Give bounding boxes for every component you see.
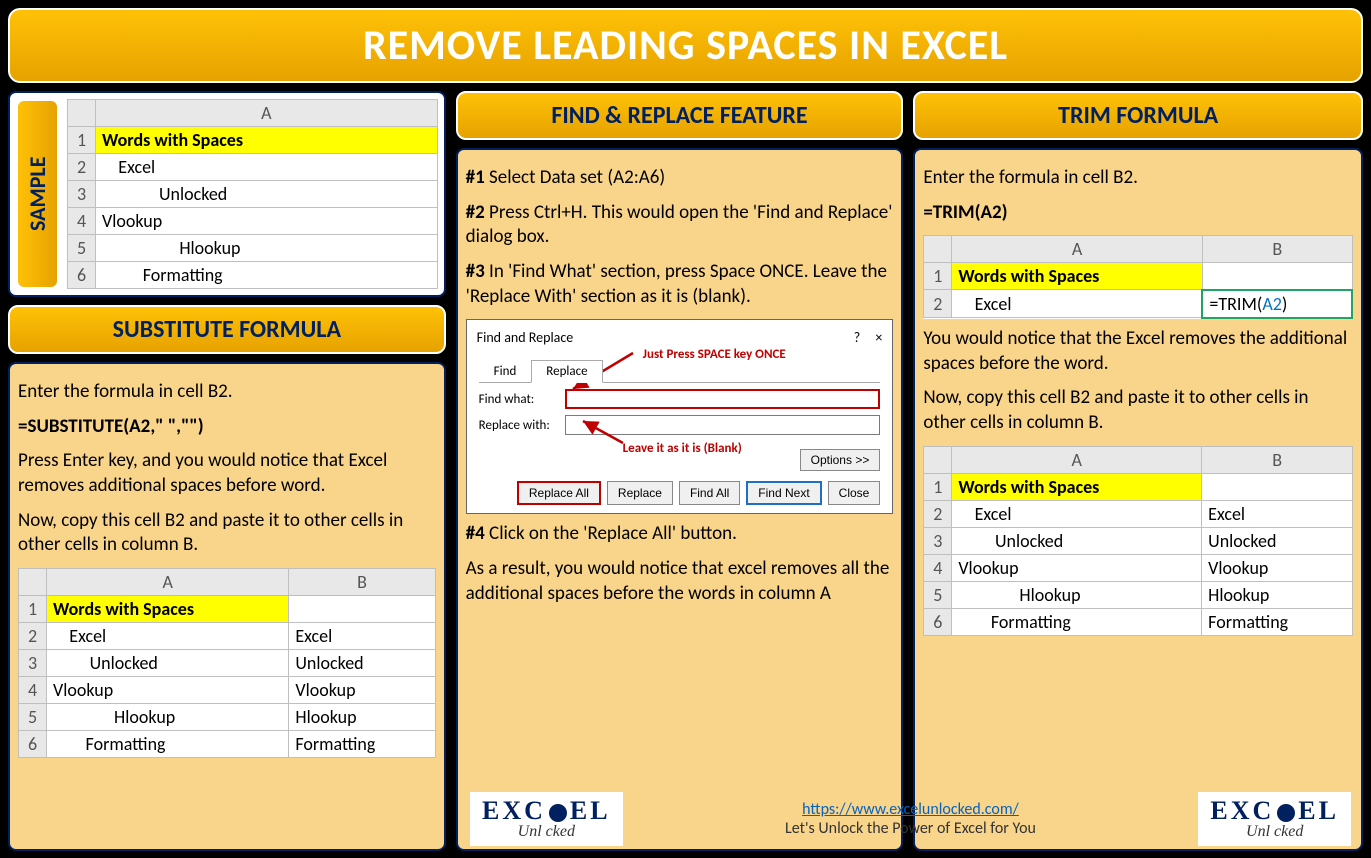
- step-2: Press Ctrl+H. This would open the 'Find …: [466, 201, 893, 249]
- replace-all-button[interactable]: Replace All: [517, 481, 601, 505]
- step-1: Select Data set (A2:A6): [485, 166, 665, 189]
- findreplace-panel: #1 Select Data set (A2:A6) #2 Press Ctrl…: [456, 148, 904, 851]
- substitute-heading: SUBSTITUTE FORMULA: [8, 305, 446, 354]
- sample-panel: SAMPLE A 1Words with Spaces 2 Excel 3 Un…: [8, 91, 446, 297]
- step-4: Click on the 'Replace All' button.: [485, 522, 737, 545]
- trim-formula-cell: =TRIM(A2): [1202, 290, 1352, 318]
- substitute-p1: Press Enter key, and you would notice th…: [18, 449, 436, 498]
- table-row: Excel: [96, 154, 438, 181]
- trim-intro: Enter the formula in cell B2.: [923, 166, 1353, 191]
- step-4-num: #4: [466, 522, 485, 545]
- step-3: In 'Find What' section, press Space ONCE…: [466, 260, 887, 308]
- logo-right: EXCEL Unl cked: [1198, 792, 1351, 846]
- replace-button[interactable]: Replace: [607, 481, 673, 505]
- find-what-input[interactable]: [565, 389, 881, 409]
- substitute-p2: Now, copy this cell B2 and paste it to o…: [18, 509, 436, 558]
- key-icon: [549, 804, 567, 822]
- table-row: Vlookup: [96, 208, 438, 235]
- table-row: Formatting: [96, 262, 438, 289]
- trim-p2: Now, copy this cell B2 and paste it to o…: [923, 386, 1353, 435]
- trim-result-table: AB 1Words with Spaces 2 ExcelExcel 3 Unl…: [923, 446, 1353, 636]
- step-2-num: #2: [466, 201, 485, 224]
- table-row: Hlookup: [96, 235, 438, 262]
- footer-url[interactable]: https://www.excelunlocked.com/: [802, 800, 1019, 819]
- tab-replace[interactable]: Replace: [531, 360, 602, 383]
- note-leave-blank: Leave it as it is (Blank): [623, 441, 742, 456]
- dialog-title: Find and Replace: [477, 329, 574, 346]
- trim-formula: =TRIM(A2): [923, 201, 1353, 226]
- find-next-button[interactable]: Find Next: [746, 481, 821, 505]
- logo-left: EXCEL Unl cked: [470, 792, 623, 846]
- table-header: Words with Spaces: [96, 127, 438, 154]
- col-header: A: [96, 100, 438, 127]
- findreplace-heading: FIND & REPLACE FEATURE: [456, 91, 904, 140]
- table-row: Unlocked: [96, 181, 438, 208]
- tab-find[interactable]: Find: [479, 360, 532, 383]
- footer-tagline: Let's Unlock the Power of Excel for You: [785, 819, 1036, 838]
- help-icon[interactable]: ?: [854, 329, 861, 346]
- step-1-num: #1: [466, 166, 485, 189]
- substitute-result-table: AB 1Words with Spaces 2 ExcelExcel 3 Unl…: [18, 568, 436, 758]
- find-what-label: Find what:: [479, 392, 559, 407]
- substitute-formula: =SUBSTITUTE(A2," ",""): [18, 415, 436, 440]
- replace-with-label: Replace with:: [479, 418, 559, 433]
- trim-mini-table: AB 1Words with Spaces 2 Excel =TRIM(A2): [923, 235, 1353, 319]
- options-button[interactable]: Options >>: [800, 449, 881, 471]
- note-space-once: Just Press SPACE key ONCE: [643, 347, 786, 362]
- substitute-panel: Enter the formula in cell B2. =SUBSTITUT…: [8, 362, 446, 851]
- sample-label: SAMPLE: [16, 99, 59, 289]
- footer: EXCEL Unl cked https://www.excelunlocked…: [470, 792, 1351, 846]
- sample-table: A 1Words with Spaces 2 Excel 3 Unlocked …: [67, 99, 438, 289]
- trim-panel: Enter the formula in cell B2. =TRIM(A2) …: [913, 148, 1363, 851]
- substitute-intro: Enter the formula in cell B2.: [18, 380, 436, 405]
- findreplace-result: As a result, you would notice that excel…: [466, 557, 894, 606]
- close-icon[interactable]: ×: [875, 329, 882, 346]
- page-title: REMOVE LEADING SPACES IN EXCEL: [8, 8, 1363, 83]
- find-replace-dialog: Find and Replace ? × Just Press SPACE ke…: [466, 319, 894, 514]
- find-all-button[interactable]: Find All: [679, 481, 740, 505]
- close-button[interactable]: Close: [828, 481, 881, 505]
- trim-p1: You would notice that the Excel removes …: [923, 327, 1353, 376]
- trim-heading: TRIM FORMULA: [913, 91, 1363, 140]
- key-icon: [1277, 804, 1295, 822]
- replace-with-input[interactable]: [565, 415, 881, 435]
- step-3-num: #3: [466, 260, 485, 283]
